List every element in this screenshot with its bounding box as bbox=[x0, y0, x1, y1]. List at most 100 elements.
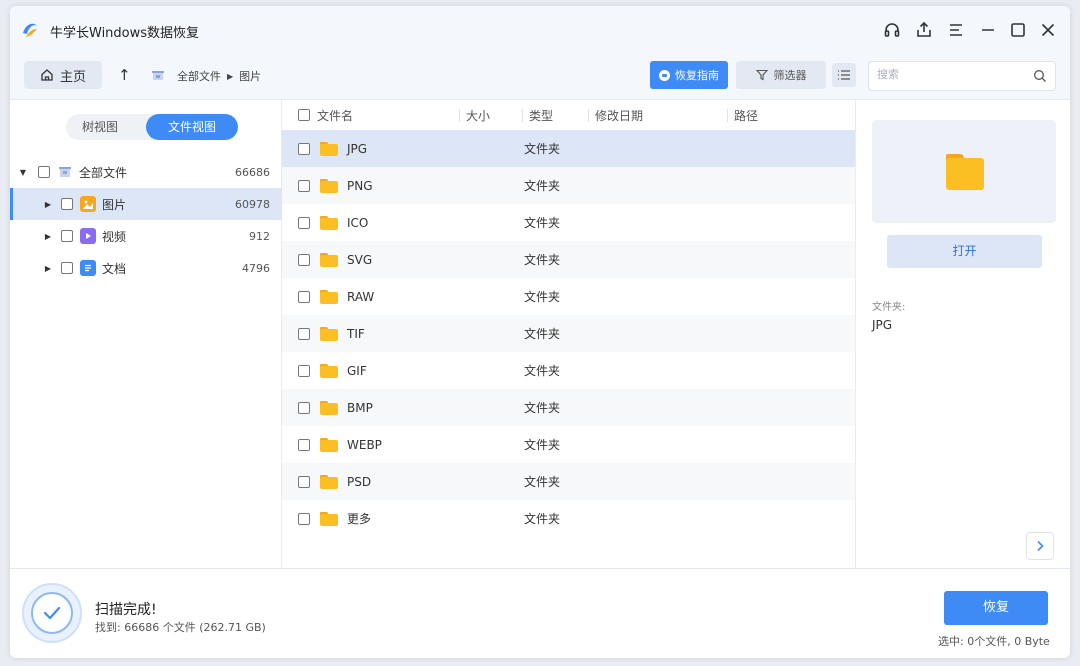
column-path[interactable]: 路径 bbox=[734, 107, 758, 124]
file-name: SVG bbox=[347, 252, 373, 267]
app-window: 牛学长Windows数据恢复 主页 ↑ 全部文件 ▶ 图片 恢复指南 筛选器 搜… bbox=[10, 6, 1070, 658]
folder-icon bbox=[320, 178, 338, 193]
home-button[interactable]: 主页 bbox=[24, 61, 102, 89]
list-view-icon bbox=[838, 70, 850, 80]
table-row[interactable]: WEBP 文件夹 bbox=[282, 426, 855, 463]
checkbox[interactable] bbox=[61, 230, 73, 242]
table-row[interactable]: BMP 文件夹 bbox=[282, 389, 855, 426]
search-box bbox=[868, 61, 1056, 91]
collapse-triangle-icon[interactable]: ▼ bbox=[18, 168, 28, 177]
table-row[interactable]: JPG 文件夹 bbox=[282, 130, 855, 167]
file-name: WEBP bbox=[347, 437, 382, 452]
breadcrumb-all-files[interactable]: 全部文件 bbox=[177, 68, 221, 84]
column-divider bbox=[727, 109, 728, 122]
selection-summary: 选中: 0个文件, 0 Byte bbox=[938, 635, 1050, 648]
folder-icon bbox=[320, 363, 338, 378]
row-checkbox[interactable] bbox=[298, 364, 310, 377]
file-type: 文件夹 bbox=[524, 179, 561, 193]
maximize-icon[interactable] bbox=[1008, 20, 1028, 40]
row-checkbox[interactable] bbox=[298, 401, 310, 414]
table-row[interactable]: TIF 文件夹 bbox=[282, 315, 855, 352]
file-name: ICO bbox=[347, 215, 369, 230]
row-checkbox[interactable] bbox=[298, 438, 310, 451]
filter-button[interactable]: 筛选器 bbox=[736, 61, 826, 89]
select-all-checkbox[interactable] bbox=[298, 109, 310, 121]
app-logo-icon bbox=[23, 23, 37, 37]
tab-file-view[interactable]: 文件视图 bbox=[146, 114, 238, 140]
all-files-icon bbox=[57, 164, 73, 180]
row-checkbox[interactable] bbox=[298, 512, 310, 525]
folder-icon bbox=[320, 141, 338, 156]
tree-item-video[interactable]: ▶ 视频 912 bbox=[10, 220, 282, 252]
file-type: 文件夹 bbox=[524, 512, 561, 526]
status-bar: 扫描完成! 找到: 66686 个文件 (262.71 GB) 恢复 选中: 0… bbox=[10, 568, 1070, 658]
scan-status-summary: 找到: 66686 个文件 (262.71 GB) bbox=[95, 621, 266, 634]
video-icon bbox=[80, 228, 96, 244]
headset-icon[interactable] bbox=[882, 20, 902, 40]
open-button[interactable]: 打开 bbox=[887, 235, 1042, 268]
table-row[interactable]: SVG 文件夹 bbox=[282, 241, 855, 278]
row-checkbox[interactable] bbox=[298, 290, 310, 303]
row-checkbox[interactable] bbox=[298, 475, 310, 488]
file-name: PSD bbox=[347, 474, 372, 489]
breadcrumb: 全部文件 ▶ 图片 bbox=[177, 68, 261, 84]
tree-item-documents[interactable]: ▶ 文档 4796 bbox=[10, 252, 282, 284]
expand-triangle-icon[interactable]: ▶ bbox=[43, 232, 53, 241]
expand-triangle-icon[interactable]: ▶ bbox=[43, 200, 53, 209]
tree-item-images[interactable]: ▶ 图片 60978 bbox=[10, 188, 282, 220]
expand-triangle-icon[interactable]: ▶ bbox=[43, 264, 53, 273]
menu-icon[interactable] bbox=[946, 20, 966, 40]
checkbox[interactable] bbox=[61, 198, 73, 210]
column-name[interactable]: 文件名 bbox=[317, 107, 353, 124]
minimize-icon[interactable] bbox=[978, 20, 998, 40]
file-type: 文件夹 bbox=[524, 290, 561, 304]
close-icon[interactable] bbox=[1038, 20, 1058, 40]
table-row[interactable]: GIF 文件夹 bbox=[282, 352, 855, 389]
file-name: GIF bbox=[347, 363, 367, 378]
file-type: 文件夹 bbox=[524, 475, 561, 489]
tree-item-count: 912 bbox=[249, 229, 270, 243]
recovery-guide-button[interactable]: 恢复指南 bbox=[650, 61, 728, 89]
row-checkbox[interactable] bbox=[298, 327, 310, 340]
table-row[interactable]: 更多 文件夹 bbox=[282, 500, 855, 537]
folder-icon bbox=[320, 326, 338, 341]
drive-icon bbox=[152, 71, 164, 80]
checkbox[interactable] bbox=[38, 166, 50, 178]
table-row[interactable]: PNG 文件夹 bbox=[282, 167, 855, 204]
file-type: 文件夹 bbox=[524, 364, 561, 378]
share-icon[interactable] bbox=[914, 20, 934, 40]
row-checkbox[interactable] bbox=[298, 216, 310, 229]
tree-item-all-files[interactable]: ▼ 全部文件 66686 bbox=[10, 156, 282, 188]
recover-button[interactable]: 恢复 bbox=[944, 591, 1048, 625]
search-input[interactable] bbox=[877, 68, 1027, 81]
table-row[interactable]: PSD 文件夹 bbox=[282, 463, 855, 500]
column-type[interactable]: 类型 bbox=[529, 107, 553, 124]
tab-tree-view[interactable]: 树视图 bbox=[66, 114, 134, 140]
row-checkbox[interactable] bbox=[298, 142, 310, 155]
folder-icon bbox=[320, 215, 338, 230]
row-checkbox[interactable] bbox=[298, 253, 310, 266]
table-row[interactable]: RAW 文件夹 bbox=[282, 278, 855, 315]
checkbox[interactable] bbox=[61, 262, 73, 274]
next-button[interactable] bbox=[1026, 532, 1054, 560]
file-name: RAW bbox=[347, 289, 375, 304]
column-modified-date[interactable]: 修改日期 bbox=[595, 107, 643, 124]
column-size[interactable]: 大小 bbox=[466, 107, 490, 124]
folder-icon bbox=[320, 400, 338, 415]
app-title: 牛学长Windows数据恢复 bbox=[50, 26, 200, 41]
folder-icon bbox=[320, 437, 338, 452]
folder-icon bbox=[320, 252, 338, 267]
checkmark-icon bbox=[43, 606, 61, 620]
table-row[interactable]: ICO 文件夹 bbox=[282, 204, 855, 241]
toolbar: 主页 ↑ 全部文件 ▶ 图片 恢复指南 筛选器 bbox=[10, 54, 1070, 100]
tree-item-label: 图片 bbox=[102, 197, 127, 212]
file-type: 文件夹 bbox=[524, 253, 561, 267]
tree-item-count: 4796 bbox=[242, 261, 270, 275]
row-checkbox[interactable] bbox=[298, 179, 310, 192]
preview-thumbnail bbox=[872, 120, 1056, 223]
up-arrow-icon[interactable]: ↑ bbox=[118, 66, 131, 84]
search-icon[interactable] bbox=[1033, 69, 1047, 83]
breadcrumb-images[interactable]: 图片 bbox=[239, 68, 261, 84]
folder-icon bbox=[320, 289, 338, 304]
list-view-button[interactable] bbox=[832, 63, 856, 87]
